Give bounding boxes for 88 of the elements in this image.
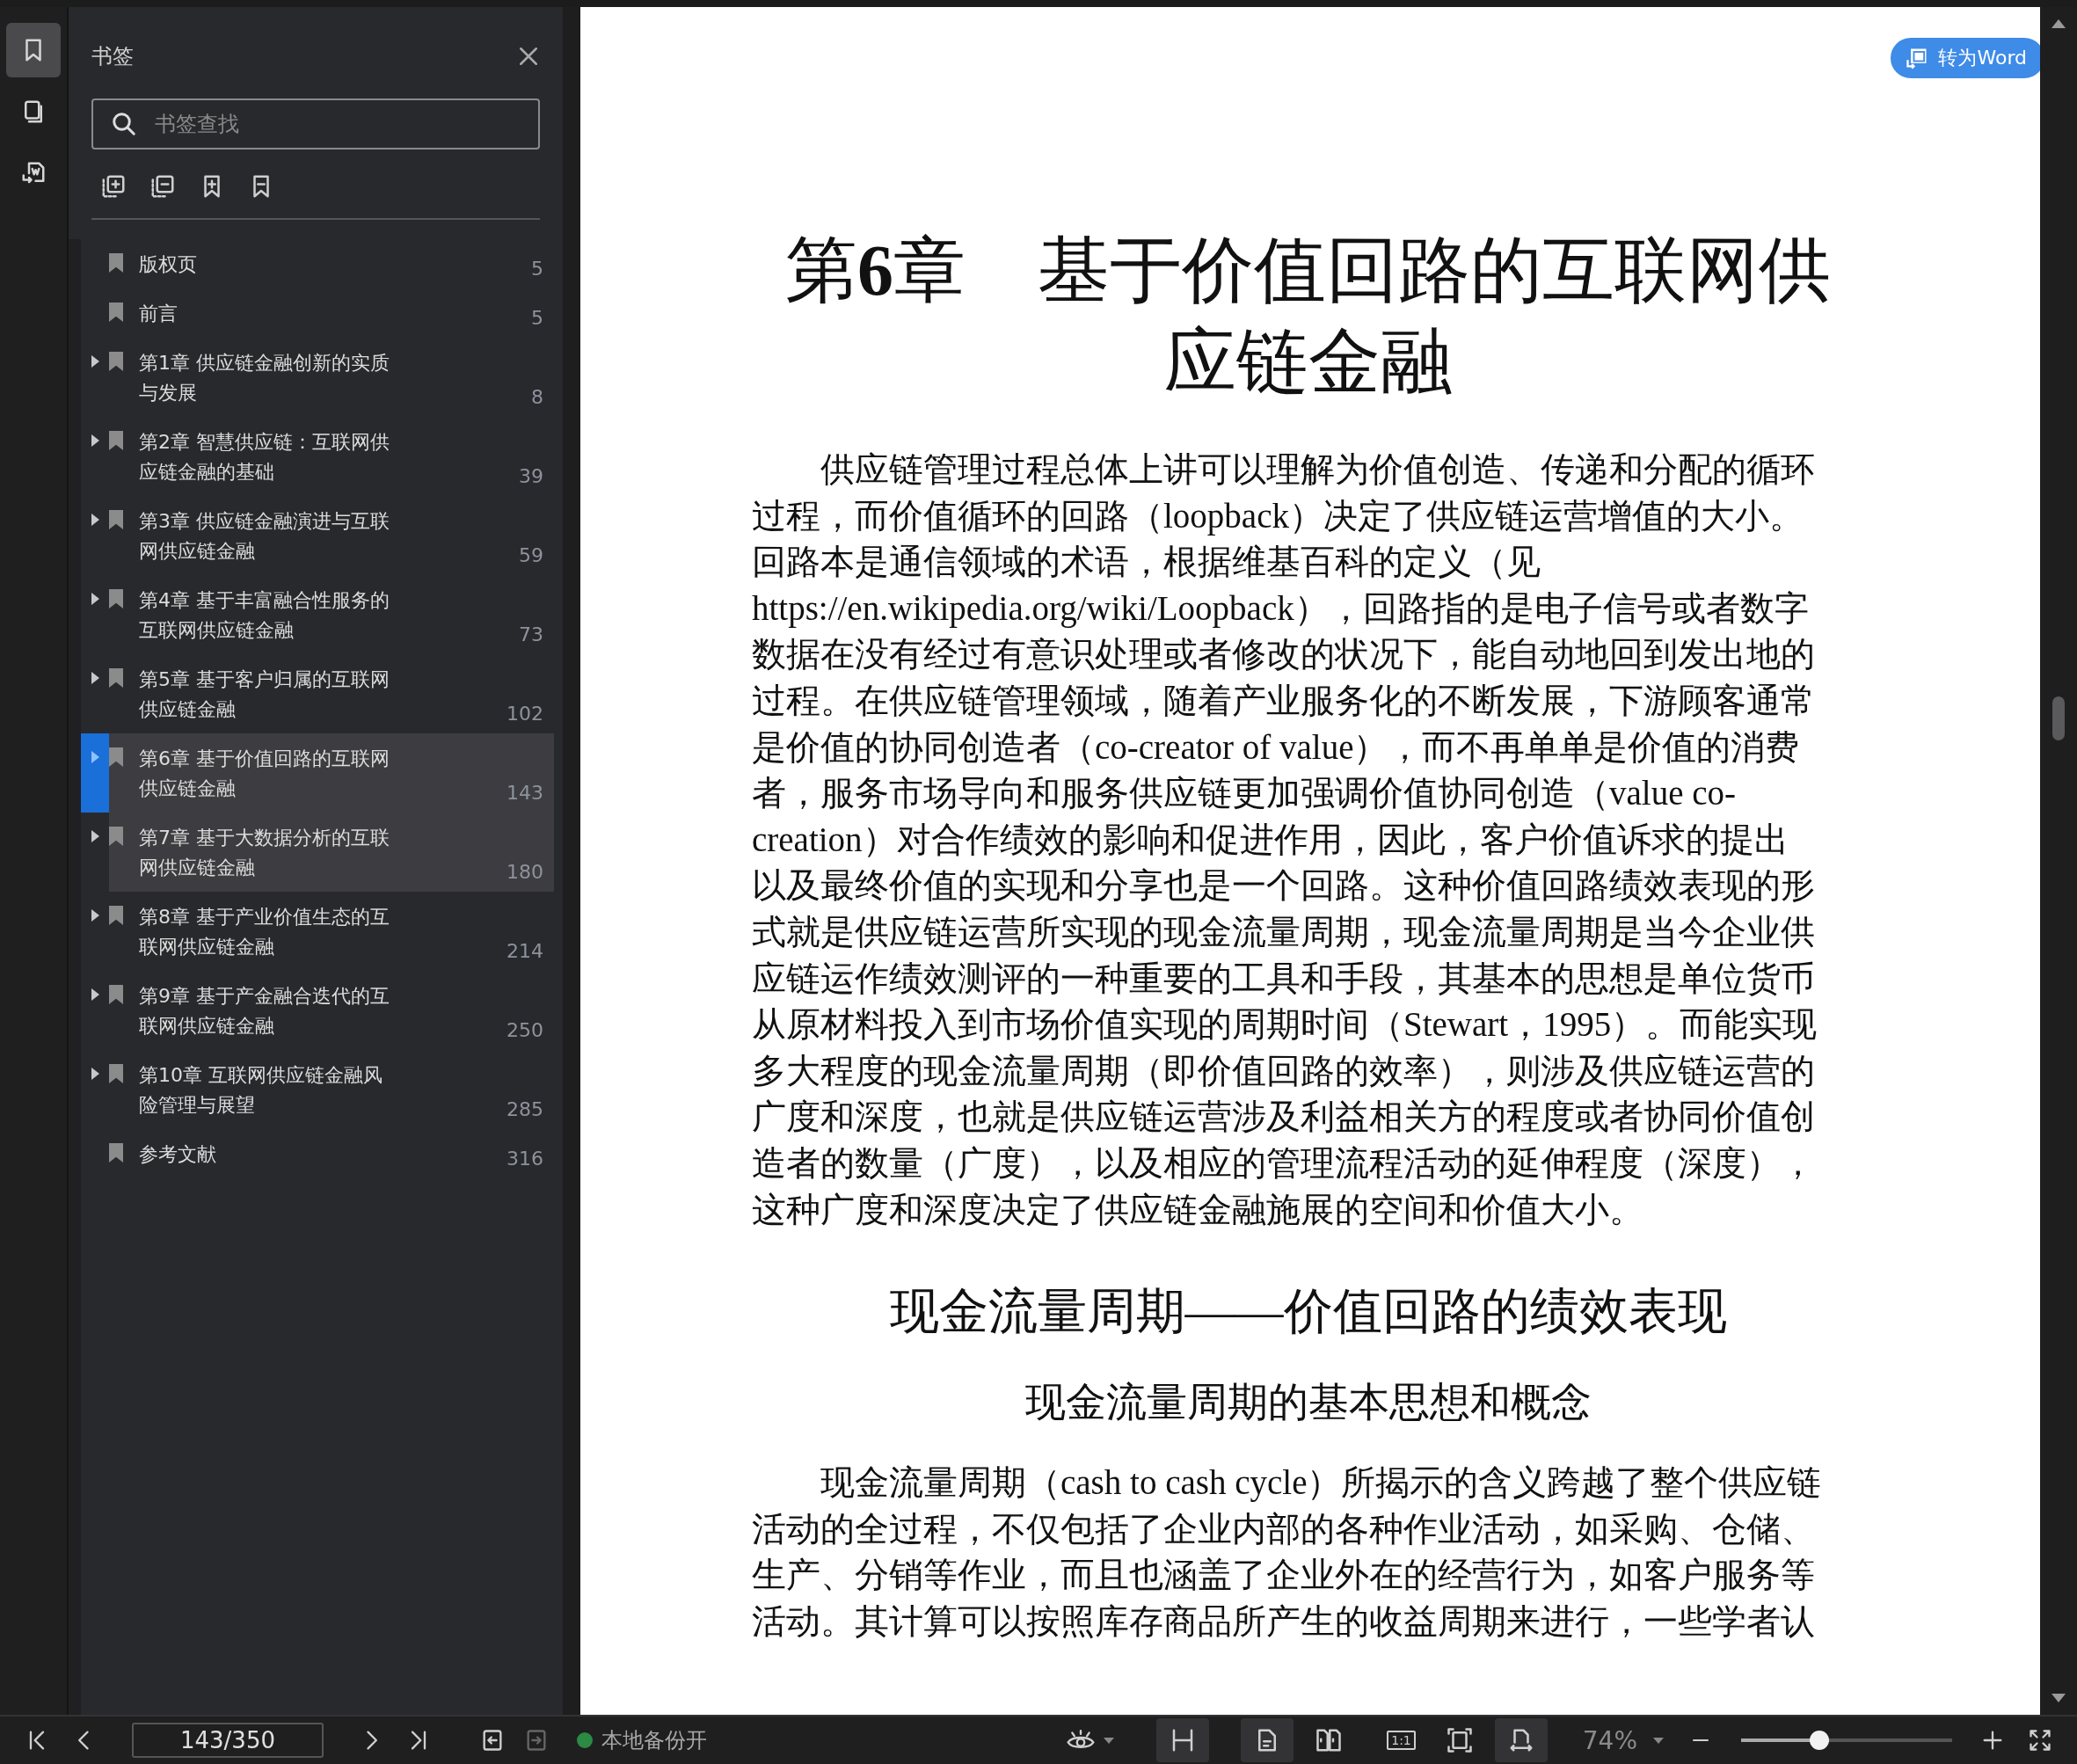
page-number-field[interactable]: 143/350 <box>132 1723 324 1758</box>
body-paragraph: 现金流量周期（cash to cash cycle）所揭示的含义跨越了整个供应链 活动的全过程，不仅包括了企业内部的各种作业活动，如采购、仓储、 生产、分销等作业，而且也涵盖了企业外在的经营行为，如客户服务等 活动。其计算可以按照库存商品所产生的收益周期来进行，一些学者认 <box>752 1462 1823 1642</box>
page-number: 39 <box>519 465 543 487</box>
page-number: 59 <box>519 544 543 566</box>
subsection-heading: 现金流量周期的基本思想和概念 <box>1024 1379 1592 1427</box>
bookmark-icon <box>109 827 123 846</box>
dual-page-icon <box>1315 1727 1343 1753</box>
collapse-all-icon[interactable] <box>149 173 176 200</box>
bookmark-icon <box>109 253 123 273</box>
bookmark-icon <box>109 985 123 1004</box>
slider-thumb[interactable] <box>1809 1731 1829 1750</box>
bookmark-icon <box>109 352 123 371</box>
expand-arrow-icon[interactable] <box>91 355 99 368</box>
bookmark-item[interactable]: 版权页 5 <box>81 239 554 288</box>
bookmark-item[interactable]: 参考文献 316 <box>81 1129 554 1178</box>
expand-arrow-icon[interactable] <box>91 514 99 526</box>
bookmark-item[interactable]: 前言 5 <box>81 288 554 338</box>
bookmark-icon <box>109 303 123 322</box>
bookmark-label: 第7章 基于大数据分析的互联网供应链金融 <box>139 826 390 880</box>
page-number: 73 <box>519 623 543 645</box>
zoom-slider[interactable] <box>1741 1730 1952 1751</box>
expand-arrow-icon[interactable] <box>91 909 99 922</box>
bookmark-label: 第8章 基于产业价值生态的互联网供应链金融 <box>139 905 390 959</box>
section-heading: 现金流量周期——价值回路的绩效表现 <box>888 1283 1728 1341</box>
minus-icon <box>1691 1738 1710 1742</box>
bookmarks-tab[interactable] <box>6 23 61 77</box>
page-number: 250 <box>506 1019 543 1041</box>
scroll-up-icon[interactable] <box>2051 19 2066 28</box>
panel-title: 书签 <box>91 43 134 70</box>
bookmark-label: 第2章 智慧供应链：互联网供应链金融的基础 <box>139 430 390 485</box>
scrollbar-thumb[interactable] <box>2052 696 2065 740</box>
bookmark-label: 第9章 基于产金融合迭代的互联网供应链金融 <box>139 984 390 1039</box>
scroll-down-icon[interactable] <box>2051 1694 2066 1702</box>
bookmark-icon <box>109 906 123 925</box>
continuous-scroll-button[interactable] <box>1156 1718 1210 1762</box>
bookmark-icon <box>109 589 123 609</box>
expand-arrow-icon[interactable] <box>91 1068 99 1080</box>
expand-arrow-icon[interactable] <box>91 593 99 605</box>
zoom-level: 74% <box>1582 1725 1637 1755</box>
bookmark-item[interactable]: 第1章 供应链金融创新的实质与发展 8 <box>81 338 554 417</box>
dropdown-caret-icon[interactable] <box>1653 1737 1664 1744</box>
fullscreen-icon <box>2028 1728 2052 1753</box>
page-number: 316 <box>506 1148 543 1170</box>
expand-all-icon[interactable] <box>100 173 127 200</box>
bookmark-item[interactable]: 第3章 供应链金融演进与互联网供应链金融 59 <box>81 496 554 575</box>
actual-size-button[interactable]: 1:1 <box>1387 1731 1416 1750</box>
expand-arrow-icon[interactable] <box>91 434 99 447</box>
bookmark-icon <box>109 1064 123 1083</box>
bookmark-label: 第3章 供应链金融演进与互联网供应链金融 <box>139 509 390 564</box>
page-number: 214 <box>506 940 543 962</box>
bookmark-label: 第4章 基于丰富融合性服务的互联网供应链金融 <box>139 588 390 643</box>
bookmark-icon <box>109 510 123 529</box>
page-number: 285 <box>506 1098 543 1120</box>
page-number: 5 <box>531 258 543 280</box>
bookmark-item[interactable]: 第10章 互联网供应链金融风险管理与展望 285 <box>81 1050 554 1129</box>
page-number: 143 <box>506 782 543 804</box>
expand-arrow-icon[interactable] <box>91 672 99 684</box>
bookmark-label: 第6章 基于价值回路的互联网供应链金融 <box>139 747 390 801</box>
bookmark-label: 参考文献 <box>139 1142 217 1167</box>
page-number: 5 <box>531 307 543 329</box>
fit-width-button[interactable] <box>1494 1718 1548 1762</box>
page-number: 180 <box>506 861 543 883</box>
expand-arrow-icon[interactable] <box>91 830 99 842</box>
bookmark-item[interactable]: 第2章 智慧供应链：互联网供应链金融的基础 39 <box>81 417 554 496</box>
bookmark-icon <box>109 668 123 688</box>
bookmark-item[interactable]: 第9章 基于产金融合迭代的互联网供应链金融 250 <box>81 971 554 1050</box>
body-paragraph: 供应链管理过程总体上讲可以理解为价值创造、传递和分配的循环 过程，而价值循环的回路（loopback）决定了供应链运营增值的大小。 回路本是通信领域的术语，根据维基百科的定义（见 https://en.wikipedia.org/wiki/Loopback），回路指的是电子信号或者数字 数据在没有经过有意识处理或者修改的状况下，能自动地回到发出地的 过程。在供应链管理领域，随着产业服务化的不断发展，下游顾客通常 是价值的协同创造者（co-creator of value），而不再单单是价值的消费 者，服务市场导向和服务供应链更加强调价值协同创造（value co- creation）对合作绩效的影响和促进作用，因此，客户价值诉求的提出 以及最终价值的实现和分享也是一个回路。这种价值回路绩效表现的形 式就是供应链运营所实现的现金流量周期，现金流量周期是当今企业供 应链运作绩效测评的一种重要的工具和手段，其基本的思想是单位货币 从原材料投入到市场价值实现的周期时间（Stewart，1995）。而能实现 多大程度的现金流量周期（即价值回路的效率），则涉及供应链运营的 广度和深度，也就是供应链运营涉及利益相关方的程度或者协同价值创 造者的数量（广度），以及相应的管理流程活动的延伸程度（深度）， 这种广度和深度决定了供应链金融施展的空间和价值大小。 <box>752 449 1818 1230</box>
bookmark-icon <box>109 431 123 450</box>
backup-status: 本地备份开 <box>601 1727 707 1754</box>
bookmark-item[interactable]: 第4章 基于丰富融合性服务的互联网供应链金融 73 <box>81 575 554 654</box>
single-page-button[interactable] <box>1241 1718 1294 1762</box>
page-number: 102 <box>506 703 543 725</box>
bookmark-label: 第1章 供应链金融创新的实质与发展 <box>139 351 390 405</box>
chapter-title: 第6章 基于价值回路的互联网供 应链金融 <box>784 230 1832 404</box>
bookmark-label: 版权页 <box>139 252 198 277</box>
fit-page-icon <box>1446 1727 1473 1753</box>
bookmark-item[interactable]: 第8章 基于产业价值生态的互联网供应链金融 214 <box>81 892 554 971</box>
search-field[interactable]: 书签查找 <box>91 98 540 149</box>
bookmark-label: 前言 <box>139 302 179 326</box>
search-icon <box>111 111 137 137</box>
bookmark-item[interactable]: 第5章 基于客户归属的互联网供应链金融 102 <box>81 654 554 733</box>
caret-icon <box>1104 1737 1115 1744</box>
bookmark-label: 第5章 基于客户归属的互联网供应链金融 <box>139 667 390 722</box>
page-number: 8 <box>531 386 543 408</box>
bookmark-icon <box>109 1143 123 1163</box>
bookmark-icon <box>109 747 123 767</box>
expand-arrow-icon[interactable] <box>91 988 99 1001</box>
bookmark-label: 第10章 互联网供应链金融风险管理与展望 <box>139 1063 383 1118</box>
